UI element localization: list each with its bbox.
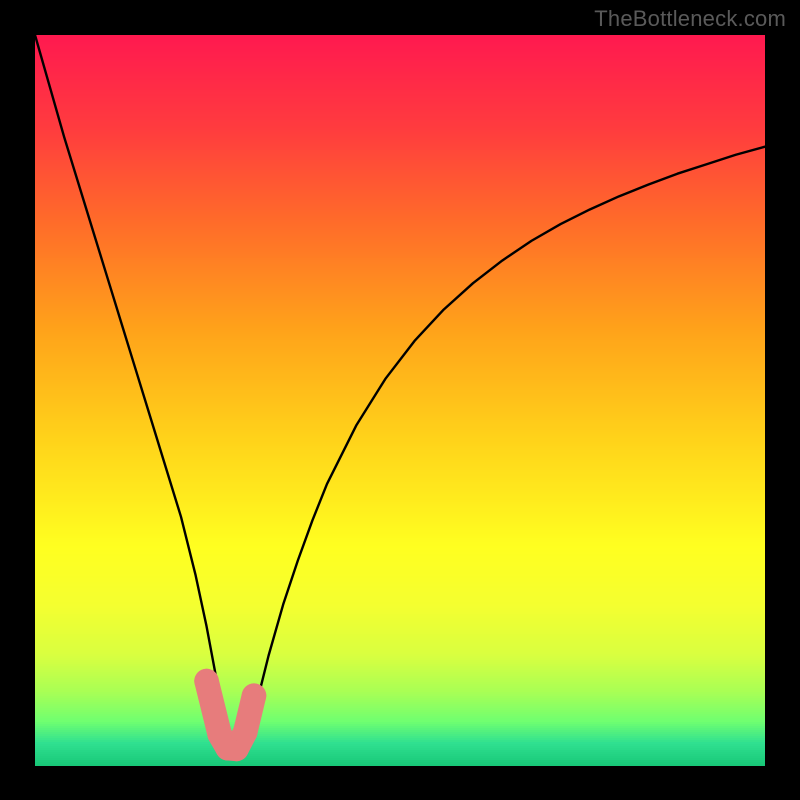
marker-dot: [194, 669, 219, 694]
curve-layer: [35, 35, 765, 765]
marker-dot: [233, 720, 258, 745]
marker-dot: [242, 683, 267, 708]
outer-frame: TheBottleneck.com: [0, 0, 800, 800]
bottleneck-curve: [35, 35, 765, 750]
plot-area: [35, 35, 765, 765]
watermark-text: TheBottleneck.com: [594, 6, 786, 32]
